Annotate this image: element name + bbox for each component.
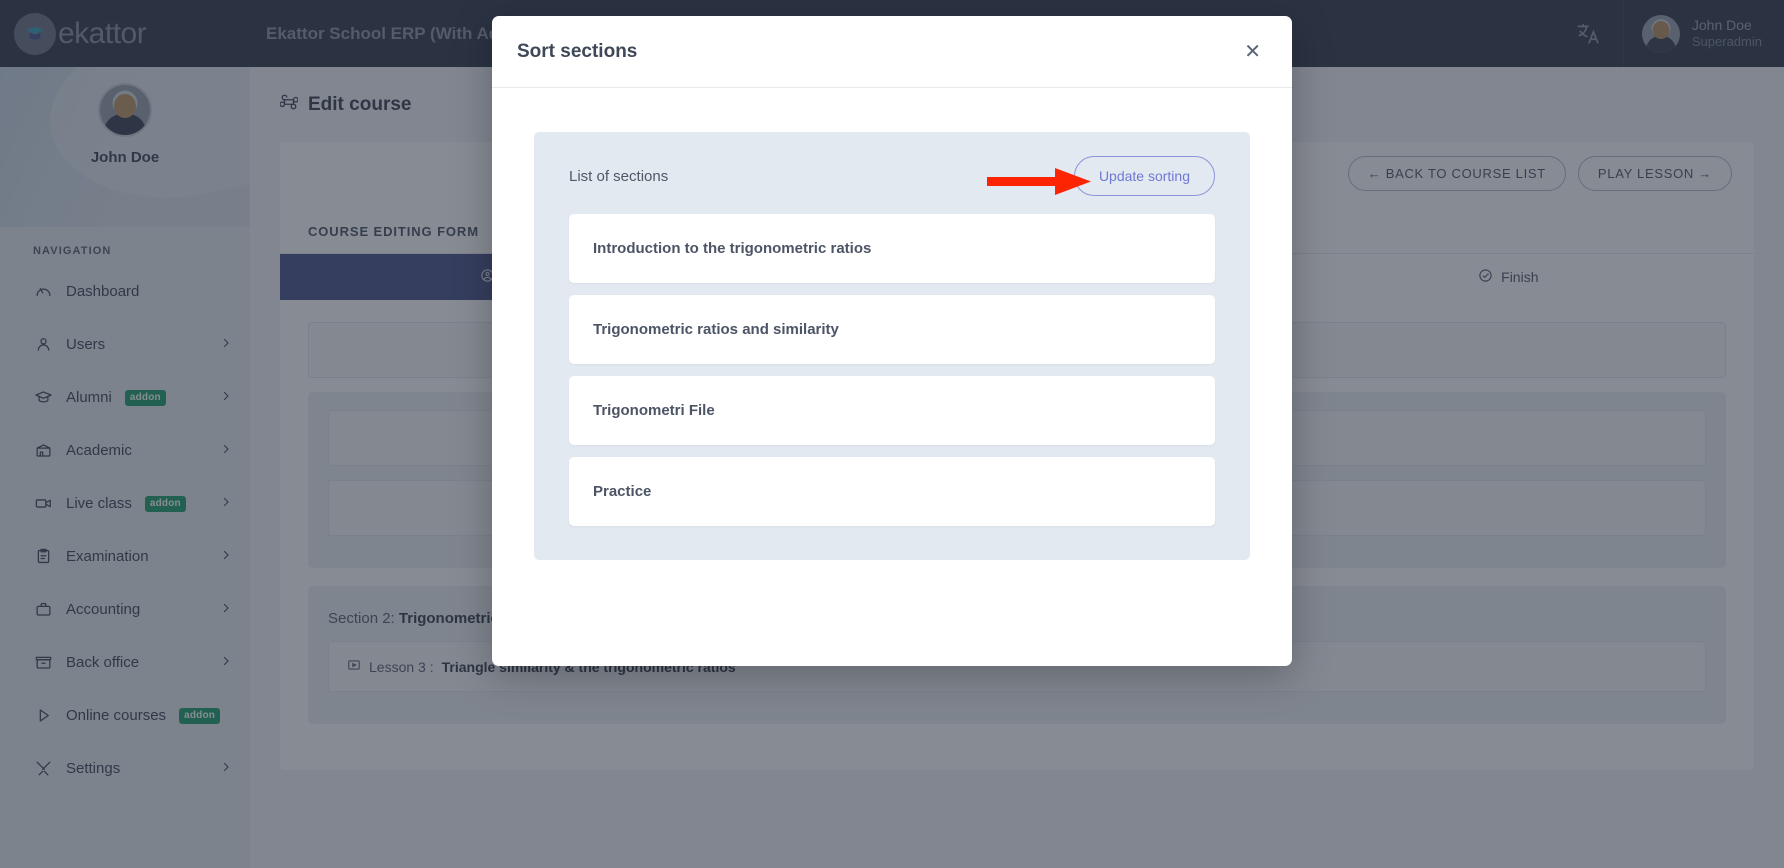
sortable-section-item[interactable]: Trigonometri File [569, 376, 1215, 445]
sortable-section-item[interactable]: Introduction to the trigonometric ratios [569, 214, 1215, 283]
modal-header: Sort sections ✕ [492, 16, 1292, 88]
sortable-section-list: Introduction to the trigonometric ratios… [569, 214, 1215, 526]
sortable-section-item[interactable]: Practice [569, 457, 1215, 526]
modal-title: Sort sections [517, 41, 637, 63]
sort-panel-header: List of sections Update sorting [569, 156, 1215, 214]
modal-body: List of sections Update sorting Introduc… [492, 88, 1292, 604]
sortable-section-item[interactable]: Trigonometric ratios and similarity [569, 295, 1215, 364]
sort-sections-modal: Sort sections ✕ List of sections Update … [492, 16, 1292, 666]
list-of-sections-label: List of sections [569, 168, 668, 185]
sort-panel: List of sections Update sorting Introduc… [534, 132, 1250, 560]
close-icon[interactable]: ✕ [1238, 38, 1267, 66]
update-sorting-button[interactable]: Update sorting [1074, 156, 1215, 196]
modal-footer [492, 604, 1292, 666]
